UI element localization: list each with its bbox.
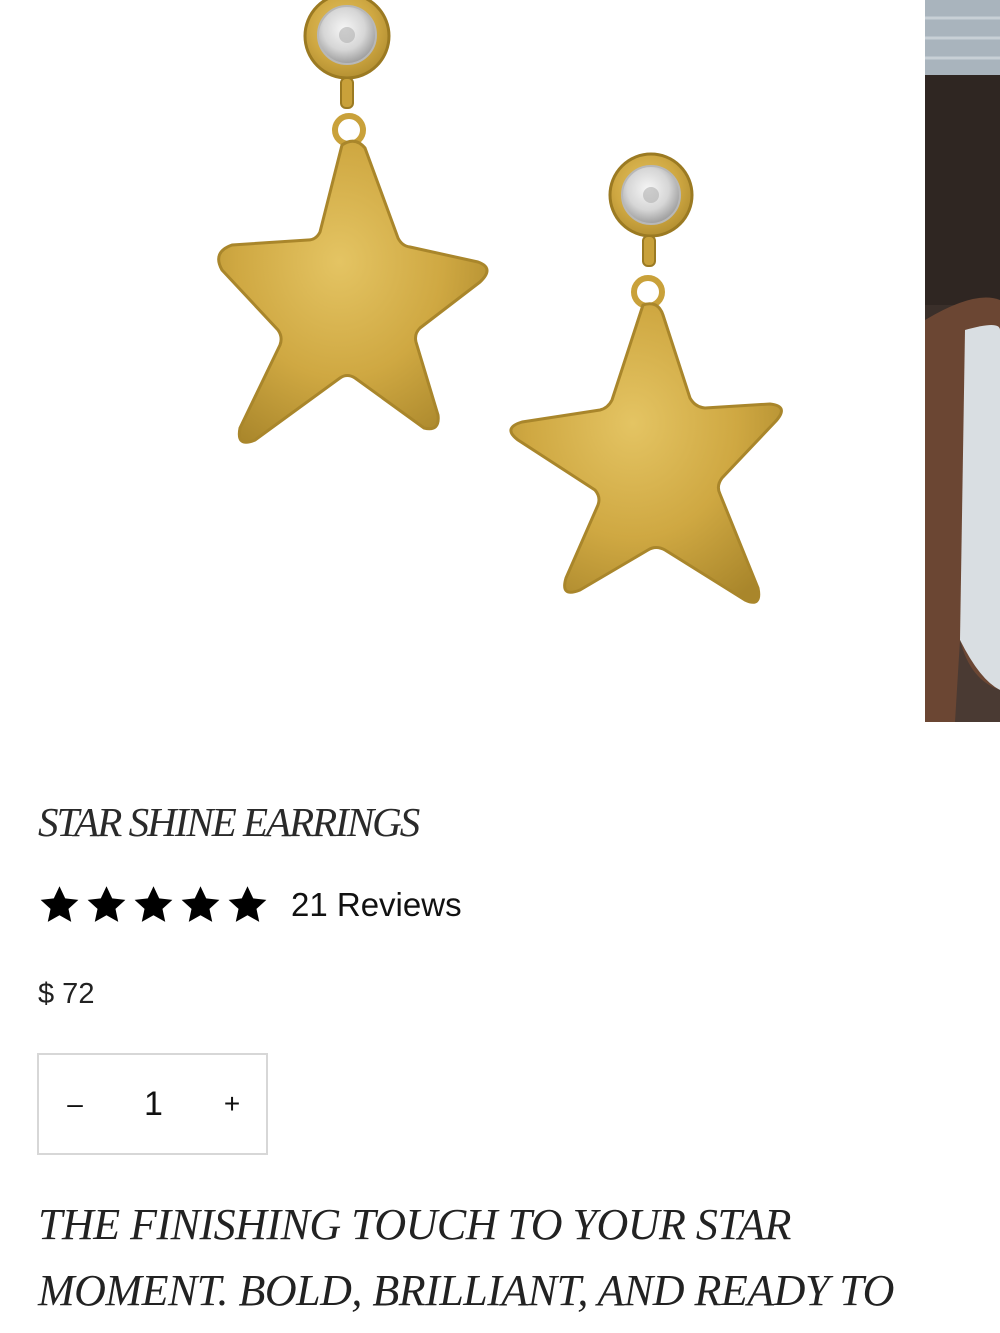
- product-price: $ 72: [38, 978, 95, 1010]
- left-earring: [217, 0, 489, 444]
- quantity-stepper[interactable]: – 1 +: [37, 1053, 268, 1155]
- rating-stars: [36, 883, 271, 927]
- star-icon: [228, 886, 267, 922]
- right-earring: [509, 152, 783, 604]
- product-title: STAR SHINE EARRINGS: [38, 799, 420, 845]
- product-image-next-preview[interactable]: [925, 0, 1000, 722]
- model-photo-preview: [925, 0, 1000, 722]
- product-description: THE FINISHING TOUCH TO YOUR STAR MOMENT.…: [38, 1200, 894, 1315]
- reviews-link[interactable]: 21 Reviews: [291, 886, 462, 924]
- star-icon: [134, 886, 173, 922]
- quantity-decrement-button[interactable]: –: [61, 1088, 89, 1120]
- quantity-increment-button[interactable]: +: [218, 1088, 246, 1120]
- star-icon: [181, 886, 220, 922]
- quantity-value[interactable]: 1: [124, 1085, 184, 1124]
- product-image-main[interactable]: [0, 0, 925, 722]
- product-rating[interactable]: 21 Reviews: [36, 880, 462, 930]
- product-image-gallery[interactable]: [0, 0, 1000, 722]
- star-icon: [87, 886, 126, 922]
- star-icon: [40, 886, 79, 922]
- earrings-photo: [217, 0, 783, 604]
